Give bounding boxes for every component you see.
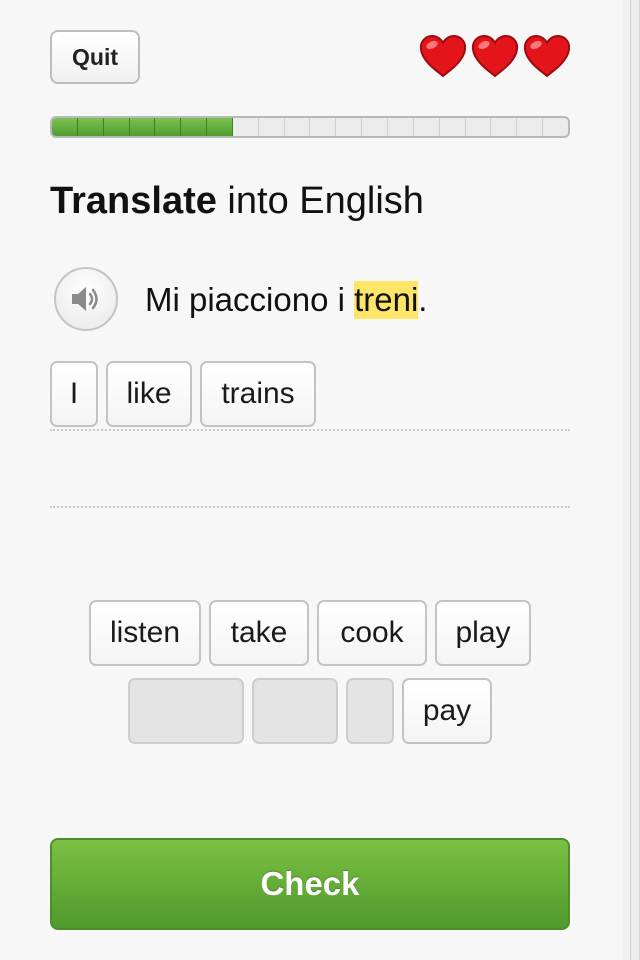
progress-segment-empty [310,118,337,136]
check-button[interactable]: Check [50,838,570,930]
answer-tile[interactable]: trains [200,361,316,427]
answer-tile[interactable]: I [50,361,98,427]
progress-segment-complete [181,118,208,136]
word-bank-tile[interactable]: listen [89,600,201,666]
progress-segment-empty [259,118,285,136]
speaker-icon [72,287,98,311]
progress-segment-complete [77,118,104,136]
highlighted-word[interactable]: treni [354,281,419,319]
progress-segment-empty [233,118,259,136]
instruction-title: Translate into English [50,180,424,223]
progress-segment-complete [52,118,78,136]
progress-segment-empty [543,118,568,136]
quit-button[interactable]: Quit [50,30,140,84]
play-audio-button[interactable] [54,267,118,331]
progress-segment-empty [285,118,311,136]
used-word-slot [252,678,338,744]
heart-icon [419,34,467,78]
page-edge [631,0,640,960]
lesson-page: Quit Translate into English Mi piacciono… [0,0,623,960]
answer-tile[interactable]: like [106,361,192,427]
heart-icon [523,34,571,78]
sentence-part: . [418,281,428,318]
lesson-progress-bar [50,116,570,138]
progress-segment-empty [336,118,363,136]
answer-line [50,429,570,431]
instruction-rest: into English [216,180,424,222]
word-bank-tile[interactable]: play [435,600,531,666]
progress-segment-empty [362,118,388,136]
progress-segment-empty [491,118,518,136]
progress-segment-empty [414,118,440,136]
progress-segment-empty [388,118,414,136]
progress-segment-empty [440,118,466,136]
heart-icon [471,34,519,78]
progress-segment-complete [155,118,182,136]
progress-segment-complete [129,118,156,136]
lives-indicator [418,33,572,79]
progress-segment-complete [207,118,233,136]
word-bank-tile[interactable]: pay [402,678,492,744]
word-bank-tile[interactable]: cook [317,600,427,666]
answer-line [50,506,570,508]
word-bank-tile[interactable]: take [209,600,309,666]
progress-segment-complete [103,118,130,136]
progress-segment-empty [466,118,492,136]
used-word-slot [128,678,244,744]
instruction-verb: Translate [50,180,217,222]
progress-segment-empty [517,118,544,136]
page-edge [622,0,631,960]
sentence-part: Mi piacciono i [145,281,355,318]
used-word-slot [346,678,394,744]
source-sentence: Mi piacciono i treni. [145,270,427,330]
